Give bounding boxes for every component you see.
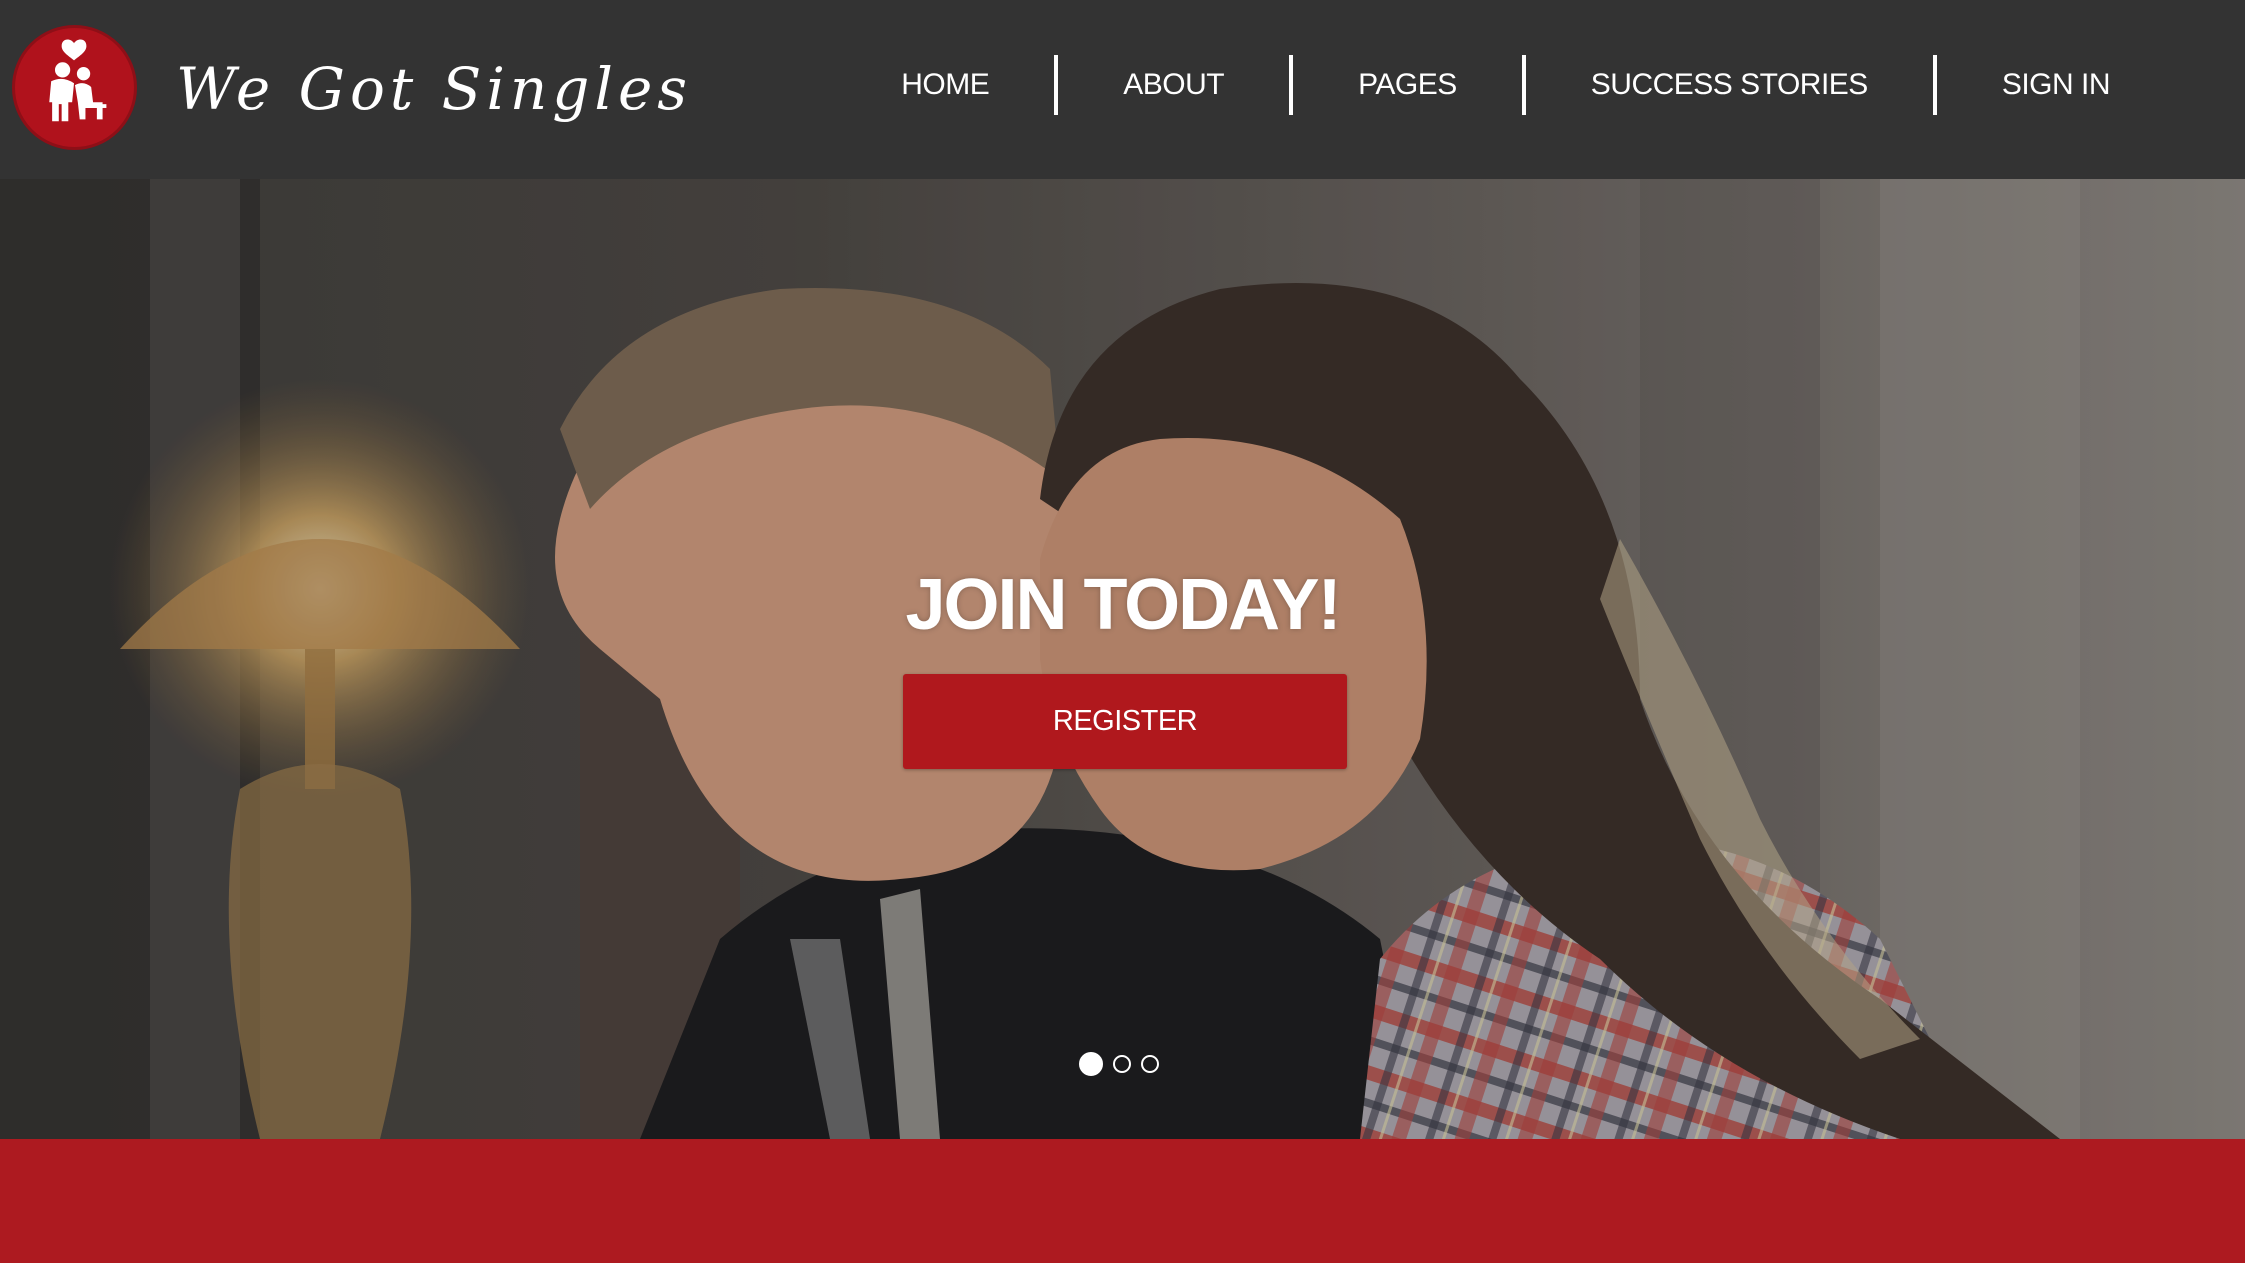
- carousel-dot-3[interactable]: [1141, 1055, 1159, 1073]
- nav-link-pages[interactable]: PAGES: [1293, 68, 1522, 102]
- nav-item-about: ABOUT: [1058, 55, 1289, 115]
- nav-item-success-stories: SUCCESS STORIES: [1526, 55, 1933, 115]
- page: We Got Singles HOME ABOUT PAGES SUCCESS …: [0, 0, 2245, 1263]
- couple-heart-icon: [49, 39, 107, 122]
- nav-item-sign-in: SIGN IN: [1937, 55, 2175, 115]
- nav-link-home[interactable]: HOME: [836, 68, 1054, 102]
- nav-link-about[interactable]: ABOUT: [1058, 68, 1289, 102]
- carousel-dot-1[interactable]: [1079, 1052, 1103, 1076]
- red-section-band: [0, 1139, 2245, 1263]
- register-button[interactable]: REGISTER: [903, 674, 1347, 769]
- logo[interactable]: [12, 25, 137, 150]
- hero-overlay: [0, 179, 2245, 1139]
- site-header: We Got Singles HOME ABOUT PAGES SUCCESS …: [0, 0, 2245, 179]
- nav-link-sign-in[interactable]: SIGN IN: [1937, 68, 2175, 102]
- nav-item-home: HOME: [836, 55, 1054, 115]
- nav-item-pages: PAGES: [1293, 55, 1522, 115]
- hero-carousel: JOIN TODAY! REGISTER: [0, 179, 2245, 1139]
- brand-name[interactable]: We Got Singles: [176, 44, 692, 134]
- carousel-indicators: [1079, 1052, 1159, 1076]
- nav-link-success-stories[interactable]: SUCCESS STORIES: [1526, 68, 1933, 102]
- hero-title: JOIN TODAY!: [905, 565, 1341, 645]
- main-nav: HOME ABOUT PAGES SUCCESS STORIES SIGN IN: [836, 55, 2175, 115]
- carousel-dot-2[interactable]: [1113, 1055, 1131, 1073]
